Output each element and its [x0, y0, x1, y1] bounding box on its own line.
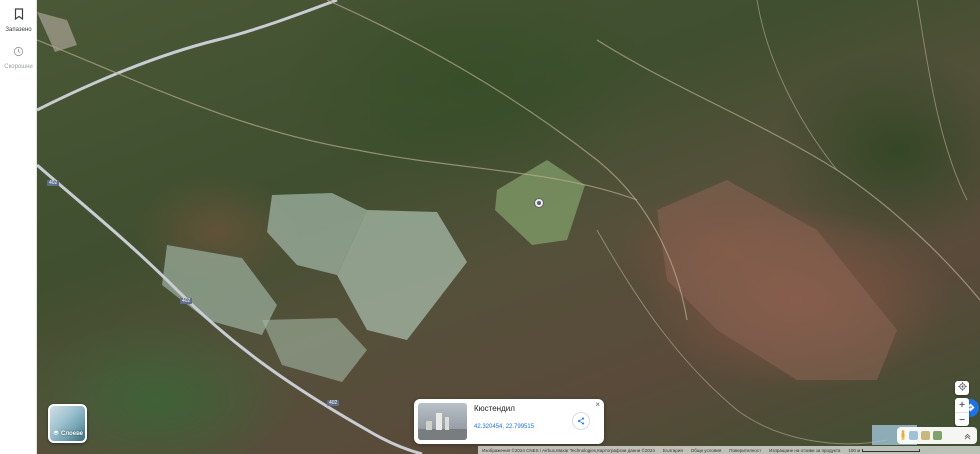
road-shield: 402 — [47, 180, 60, 186]
place-thumbnail[interactable] — [418, 403, 467, 440]
map-features — [37, 0, 980, 454]
country-link[interactable]: България — [663, 448, 683, 453]
place-pin-icon[interactable] — [534, 198, 544, 208]
bookmark-icon — [0, 7, 37, 25]
expand-chevron-icon[interactable] — [964, 427, 971, 445]
share-button[interactable] — [572, 412, 590, 430]
left-rail: Запазено Скорошни — [0, 0, 37, 454]
privacy-link[interactable]: Поверителност — [729, 448, 761, 453]
pegman-icon[interactable] — [900, 427, 906, 445]
place-card[interactable]: Кюстендил 42.320454, 22.799515 × — [414, 399, 979, 444]
terrain-thumb[interactable] — [909, 431, 918, 440]
location-target-icon — [957, 382, 967, 394]
layers-icon — [53, 430, 59, 438]
saved-label: Запазено — [5, 27, 32, 33]
attribution-bar: Изображения ©2024 CNES / Airbus,Maxar Te… — [478, 446, 980, 454]
zoom-out-button[interactable]: − — [955, 413, 969, 427]
feedback-link[interactable]: Изпращане на отзиви за продукта — [769, 448, 840, 453]
saved-button[interactable]: Запазено — [0, 7, 37, 33]
share-icon — [577, 412, 585, 430]
layers-label-group: Слоеве — [53, 430, 83, 438]
terms-link[interactable]: Общи условия — [691, 448, 722, 453]
road-shield: 402 — [327, 400, 340, 406]
my-location-button[interactable] — [955, 381, 969, 395]
satellite-map[interactable]: 402 402 402 — [37, 0, 980, 454]
layers-button[interactable]: Слоеве — [48, 404, 87, 443]
scale-bar[interactable]: 100 м — [848, 447, 921, 453]
road-shield: 402 — [180, 298, 193, 304]
imagery-credit: Изображения ©2024 CNES / Airbus,Maxar Te… — [482, 447, 655, 453]
recent-button[interactable]: Скорошни — [0, 44, 37, 70]
satellite-thumb[interactable] — [933, 431, 942, 440]
recent-label: Скорошни — [4, 64, 33, 70]
scale-line — [862, 448, 921, 452]
place-coordinates[interactable]: 42.320454, 22.799515 — [474, 424, 534, 430]
layers-label: Слоеве — [61, 431, 84, 437]
place-title: Кюстендил — [474, 404, 515, 413]
zoom-controls: + − — [955, 398, 969, 426]
map-mode-strip — [897, 427, 977, 444]
close-button[interactable]: × — [595, 400, 600, 409]
scale-label: 100 м — [848, 447, 861, 453]
history-icon — [0, 44, 37, 62]
traffic-thumb[interactable] — [921, 431, 930, 440]
zoom-in-button[interactable]: + — [955, 398, 969, 412]
